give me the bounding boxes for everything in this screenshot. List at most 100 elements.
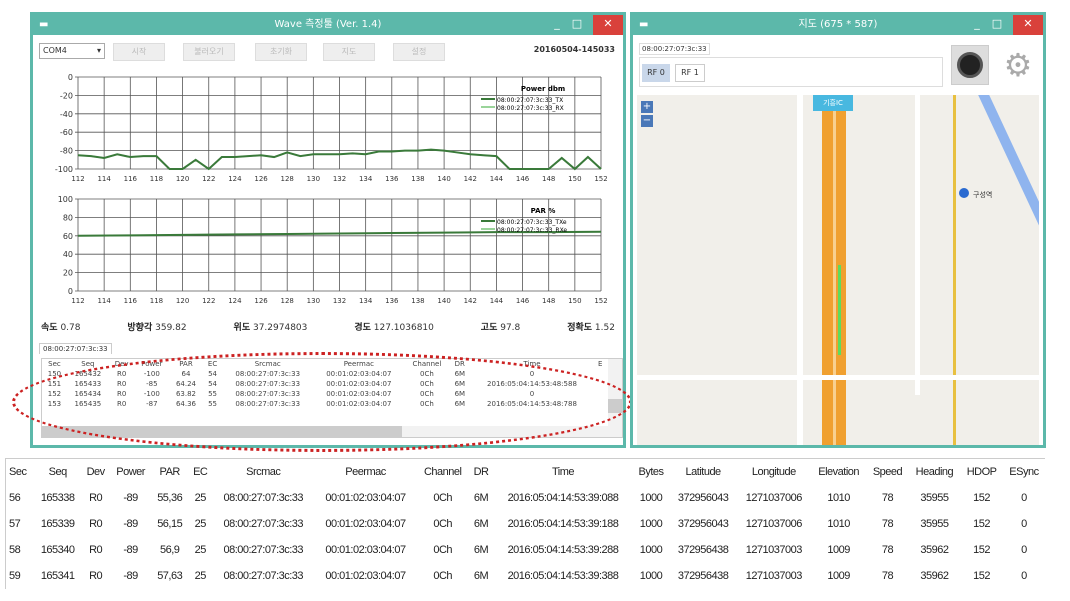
column-header[interactable]: Seq: [34, 459, 81, 485]
x-tick-label: 122: [202, 175, 215, 183]
table-cell: 25: [194, 491, 207, 504]
column-header[interactable]: Peermac: [314, 459, 417, 485]
minimize-button[interactable]: _: [549, 15, 565, 35]
table-cell: 78: [881, 491, 894, 504]
zoom-in-button[interactable]: +: [641, 101, 653, 113]
table-cell: 165341: [40, 569, 75, 582]
minimize-button[interactable]: _: [969, 15, 985, 35]
table-cell: 165339: [40, 517, 75, 530]
table-cell: 59: [9, 569, 21, 582]
table-cell: 1271037006: [745, 491, 803, 504]
column-header[interactable]: HDOP: [960, 459, 1003, 485]
info-value: 97.8: [500, 323, 521, 333]
table-cell: 00:01:02:03:04:07: [325, 491, 406, 504]
chart-title: Power dbm: [521, 85, 565, 93]
column-header[interactable]: ESync: [1003, 459, 1045, 485]
x-tick-label: 130: [307, 175, 320, 183]
map-button[interactable]: 지도: [323, 43, 375, 61]
table-cell: 1271037003: [745, 543, 803, 556]
column-header[interactable]: Channel: [417, 459, 469, 485]
table-cell: 78: [881, 517, 894, 530]
rf1-button[interactable]: RF 1: [675, 64, 705, 82]
table-cell: 372956043: [677, 491, 729, 504]
x-tick-label: 134: [359, 175, 373, 183]
map-view[interactable]: 기흥IC 구성역 + −: [637, 95, 1039, 445]
port-select[interactable]: COM4 ▾: [39, 43, 105, 59]
x-tick-label: 146: [516, 175, 530, 183]
chart-title: PAR %: [531, 207, 556, 215]
column-header[interactable]: PAR: [151, 459, 188, 485]
highlight-ellipse: [12, 352, 632, 452]
table-cell: 1010: [827, 491, 850, 504]
column-header[interactable]: EC: [188, 459, 212, 485]
table-cell: 372956438: [677, 543, 729, 556]
column-header[interactable]: DR: [469, 459, 494, 485]
column-header[interactable]: Elevation: [811, 459, 867, 485]
mac-tab[interactable]: 08:00:27:07:3c:33: [639, 43, 710, 55]
table-cell: 35962: [920, 543, 949, 556]
table-cell: -89: [123, 517, 138, 530]
x-tick-label: 112: [71, 175, 84, 183]
close-button[interactable]: ✕: [593, 15, 623, 35]
column-header[interactable]: Srcmac: [212, 459, 314, 485]
x-tick-label: 138: [411, 175, 424, 183]
table-cell: 372956438: [677, 569, 729, 582]
table-cell: R0: [89, 491, 103, 504]
settings-button[interactable]: 설정: [393, 43, 445, 61]
column-header[interactable]: Dev: [81, 459, 110, 485]
table-cell: 6M: [473, 517, 489, 530]
x-tick-label: 148: [542, 175, 555, 183]
location-marker[interactable]: 기흥IC: [813, 95, 853, 111]
settings-gear-icon[interactable]: ⚙: [999, 45, 1037, 85]
rf0-button[interactable]: RF 0: [642, 64, 670, 82]
table-cell: 0Ch: [433, 517, 453, 530]
x-tick-label: 132: [333, 297, 346, 305]
data-log-table[interactable]: Sec Seq Dev Power PAR EC Srcmac Peermac Channel D…: [5, 458, 1045, 589]
table-row[interactable]: 58 165340 R0 -89 56,9 25 08:00:27:07:3c:33 00:0…: [6, 537, 1046, 563]
column-header[interactable]: Power: [110, 459, 151, 485]
camera-button[interactable]: [951, 45, 989, 85]
maximize-button[interactable]: □: [989, 15, 1005, 35]
y-tick-label: 100: [58, 195, 73, 204]
close-button[interactable]: ✕: [1013, 15, 1043, 35]
column-header[interactable]: Time: [493, 459, 632, 485]
column-header[interactable]: Sec: [6, 459, 35, 485]
reset-button[interactable]: 초기화: [255, 43, 307, 61]
column-header[interactable]: Heading: [909, 459, 961, 485]
info-value: 1.52: [594, 323, 615, 333]
legend-label: 08:00:27:07:3c:33_TX: [497, 97, 563, 104]
table-cell: R0: [89, 543, 103, 556]
device-tab[interactable]: 08:00:27:07:3c:33: [39, 343, 112, 354]
table-row[interactable]: 59 165341 R0 -89 57,63 25 08:00:27:07:3c:33 00:…: [6, 563, 1046, 589]
column-header[interactable]: Sec: [42, 359, 67, 369]
table-row[interactable]: 57 165339 R0 -89 56,15 25 08:00:27:07:3c:33 00:…: [6, 511, 1046, 537]
road: [797, 95, 803, 445]
table-cell: 35962: [920, 569, 949, 582]
table-row[interactable]: 56 165338 R0 -89 55,36 25 08:00:27:07:3c:33 00:…: [6, 485, 1046, 511]
info-label: 고도: [480, 323, 498, 333]
table-cell: 1000: [639, 491, 663, 504]
y-tick-label: 0: [68, 73, 73, 82]
camera-icon: [957, 52, 983, 78]
header-row: Sec Seq Dev Power PAR EC Srcmac Peermac Channel D…: [6, 459, 1046, 485]
road: [637, 375, 1039, 380]
column-header[interactable]: Latitude: [669, 459, 736, 485]
column-header[interactable]: E: [594, 359, 607, 369]
column-header[interactable]: Bytes: [633, 459, 670, 485]
x-tick-label: 136: [385, 175, 399, 183]
table-cell: 55,36: [157, 491, 183, 504]
start-button[interactable]: 시작: [113, 43, 165, 61]
load-button[interactable]: 불러오기: [183, 43, 235, 61]
map-window: ▬ 지도 (675 * 587) _ □ ✕ 08:00:27:07:3c:33…: [630, 12, 1046, 448]
column-header[interactable]: Longitude: [737, 459, 811, 485]
main-titlebar: ▬ Wave 측정툴 (Ver. 1.4) _ □ ✕: [33, 15, 623, 35]
table-cell: 165338: [40, 491, 75, 504]
x-tick-label: 120: [176, 175, 189, 183]
y-tick-label: -40: [60, 110, 73, 119]
column-header[interactable]: Speed: [866, 459, 908, 485]
x-tick-label: 144: [490, 297, 504, 305]
route-trace: [838, 265, 841, 355]
zoom-out-button[interactable]: −: [641, 115, 653, 127]
table-cell: -89: [123, 543, 138, 556]
maximize-button[interactable]: □: [569, 15, 585, 35]
